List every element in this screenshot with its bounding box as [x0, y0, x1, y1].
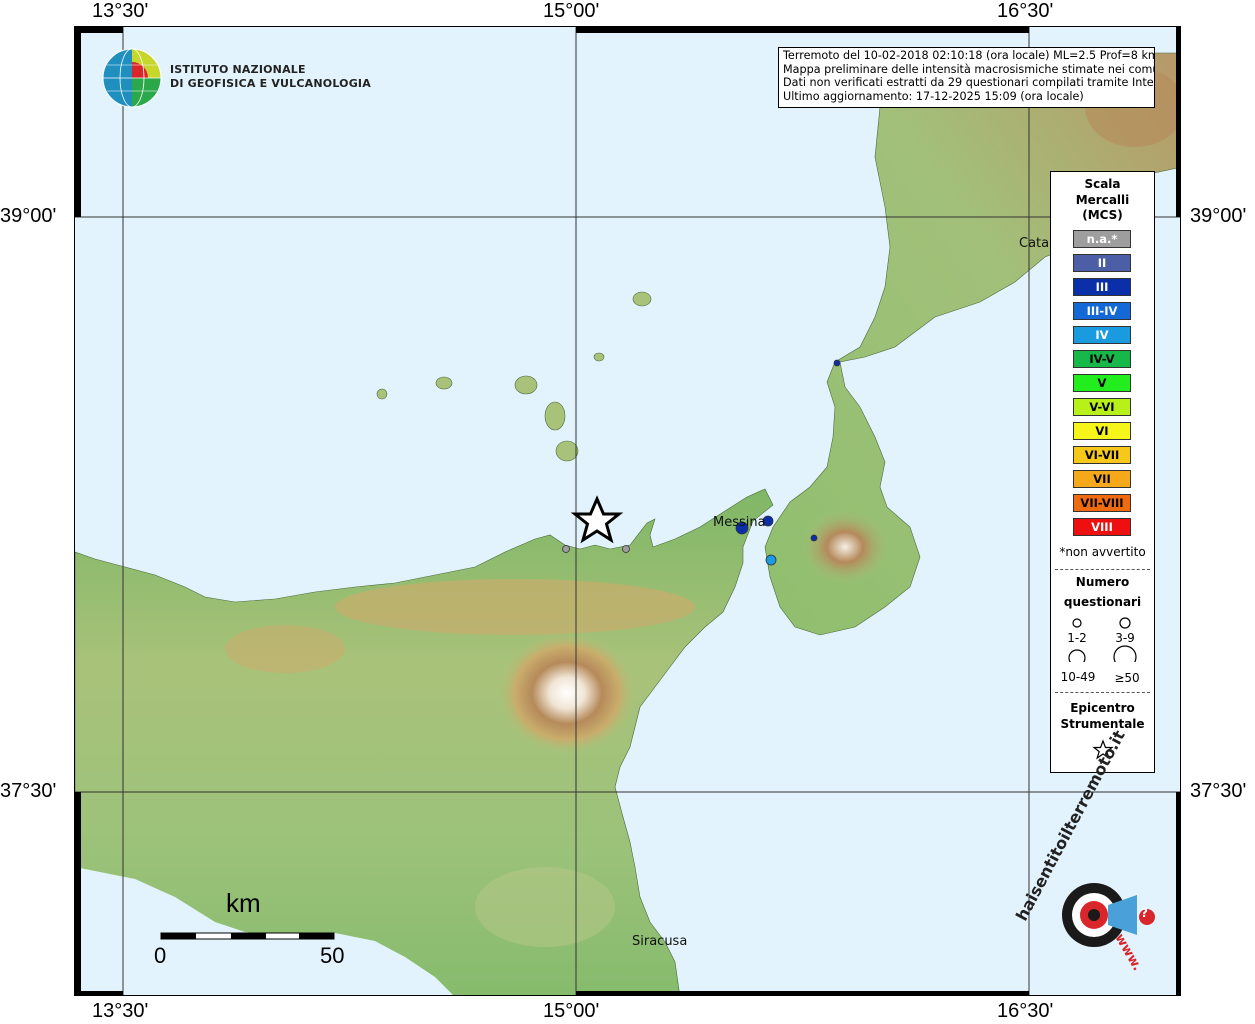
- scale-bar-unit: km: [226, 888, 261, 918]
- island-vulcano: [555, 440, 579, 462]
- island-alicudi: [376, 388, 388, 400]
- island-filicudi: [435, 376, 453, 390]
- frame-bar-top-2: [576, 27, 1029, 33]
- info-line-3: Dati non verificati estratti da 29 quest…: [783, 76, 1155, 89]
- lon-tick-top-3: 16°30': [997, 0, 1054, 22]
- city-label-catanzaro: Cata: [1019, 236, 1050, 251]
- legend-swatch-5: IV-V: [1073, 350, 1131, 368]
- lat-tick-right-1: 39°00': [1190, 205, 1247, 227]
- island-lipari: [544, 401, 566, 431]
- madonie-relief: [225, 625, 345, 673]
- map-canvas[interactable]: [75, 27, 1181, 996]
- island-panarea: [593, 352, 605, 362]
- event-info-box: Terremoto del 10-02-2018 02:10:18 (ora l…: [778, 47, 1155, 108]
- legend-epicenter-title-1: Epicentro: [1070, 701, 1135, 715]
- frame-bar-top-1: [75, 27, 123, 33]
- city-label-siracusa: Siracusa: [632, 934, 688, 949]
- obs-point-iii-3[interactable]: [833, 359, 841, 367]
- iblei-relief: [475, 867, 615, 947]
- legend-swatch-10: VII: [1073, 470, 1131, 488]
- legend-title-2: Mercalli: [1075, 193, 1130, 207]
- lon-tick-bottom-2: 15°00': [543, 1000, 600, 1022]
- institute-line-2: DI GEOFISICA E VULCANOLOGIA: [170, 77, 371, 90]
- epicenter-star[interactable]: [570, 495, 624, 544]
- obs-point-iii-4[interactable]: [810, 534, 818, 542]
- brand-question: ?: [1141, 906, 1148, 920]
- info-line-1: Terremoto del 10-02-2018 02:10:18 (ora l…: [783, 49, 1155, 62]
- info-line-2: Mappa preliminare delle intensità macros…: [783, 62, 1155, 76]
- lat-tick-left-2: 37°30': [0, 780, 57, 802]
- legend-title-3: (MCS): [1082, 208, 1123, 222]
- legend-separator-2: [1055, 692, 1150, 693]
- frame-bar-right-2: [1176, 792, 1180, 995]
- legend-swatch-6: V: [1073, 374, 1131, 392]
- frame-bar-bottom-1: [75, 991, 123, 995]
- frame-bar-right-1: [1176, 27, 1180, 217]
- legend-count-10-49: 10-49: [1060, 670, 1096, 684]
- legend-count-title-1: Numero: [1075, 575, 1130, 589]
- institute-name: ISTITUTO NAZIONALE DI GEOFISICA E VULCAN…: [170, 63, 371, 91]
- scale-bar: [160, 932, 335, 940]
- lat-tick-left-1: 39°00': [0, 205, 57, 227]
- legend-swatch-7: V-VI: [1073, 398, 1131, 416]
- etna-volcano: [497, 631, 637, 755]
- legend-swatch-1: II: [1073, 254, 1131, 272]
- legend-count-50: ≥50: [1114, 671, 1140, 685]
- legend-title-1: Scala: [1084, 177, 1121, 191]
- legend-swatch-3: III-IV: [1073, 302, 1131, 320]
- legend-epicenter-title-2: Strumentale: [1060, 717, 1145, 731]
- legend-separator-1: [1055, 569, 1150, 570]
- legend-count-title-2: questionari: [1063, 595, 1142, 609]
- scale-bar-start: 0: [154, 943, 167, 968]
- map-frame[interactable]: [74, 26, 1181, 996]
- legend-swatch-9: VI-VII: [1073, 446, 1131, 464]
- lon-tick-bottom-3: 16°30': [997, 1000, 1054, 1022]
- ingv-globe-logo: [102, 48, 162, 108]
- nebrodi-relief: [335, 579, 695, 635]
- frame-bar-left-1: [75, 27, 81, 217]
- intensity-legend: Scala Mercalli (MCS) n.a.* II III III-IV IV I…: [1050, 171, 1155, 773]
- legend-count-3-9: 3-9: [1115, 631, 1135, 645]
- legend-swatch-11: VII-VIII: [1073, 494, 1131, 512]
- legend-note: *non avvertito: [1059, 545, 1146, 559]
- lon-tick-top-1: 13°30': [92, 0, 149, 22]
- institute-line-1: ISTITUTO NAZIONALE: [170, 63, 306, 76]
- lon-tick-top-2: 15°00': [543, 0, 600, 22]
- island-salina: [514, 375, 538, 395]
- lat-tick-right-2: 37°30': [1190, 780, 1247, 802]
- info-line-4: Ultimo aggiornamento: 17-12-2025 15:09 (…: [783, 89, 1084, 103]
- aspromonte-relief: [800, 509, 890, 585]
- obs-point-iv-1[interactable]: [765, 554, 777, 566]
- scale-bar-end: 50: [320, 943, 345, 968]
- legend-count-1-2: 1-2: [1067, 631, 1087, 645]
- obs-point-na-1[interactable]: [562, 545, 570, 553]
- legend-swatch-0: n.a.*: [1073, 230, 1131, 248]
- legend-swatch-12: VIII: [1073, 518, 1131, 536]
- city-label-messina: Messina: [713, 515, 766, 530]
- legend-swatch-2: III: [1073, 278, 1131, 296]
- legend-swatch-4: IV: [1073, 326, 1131, 344]
- legend-swatch-8: VI: [1073, 422, 1131, 440]
- obs-point-na-2[interactable]: [622, 545, 630, 553]
- frame-bar-bottom-2: [576, 991, 1029, 995]
- lon-tick-bottom-1: 13°30': [92, 1000, 149, 1022]
- frame-bar-left-2: [75, 792, 81, 995]
- island-stromboli: [632, 291, 652, 307]
